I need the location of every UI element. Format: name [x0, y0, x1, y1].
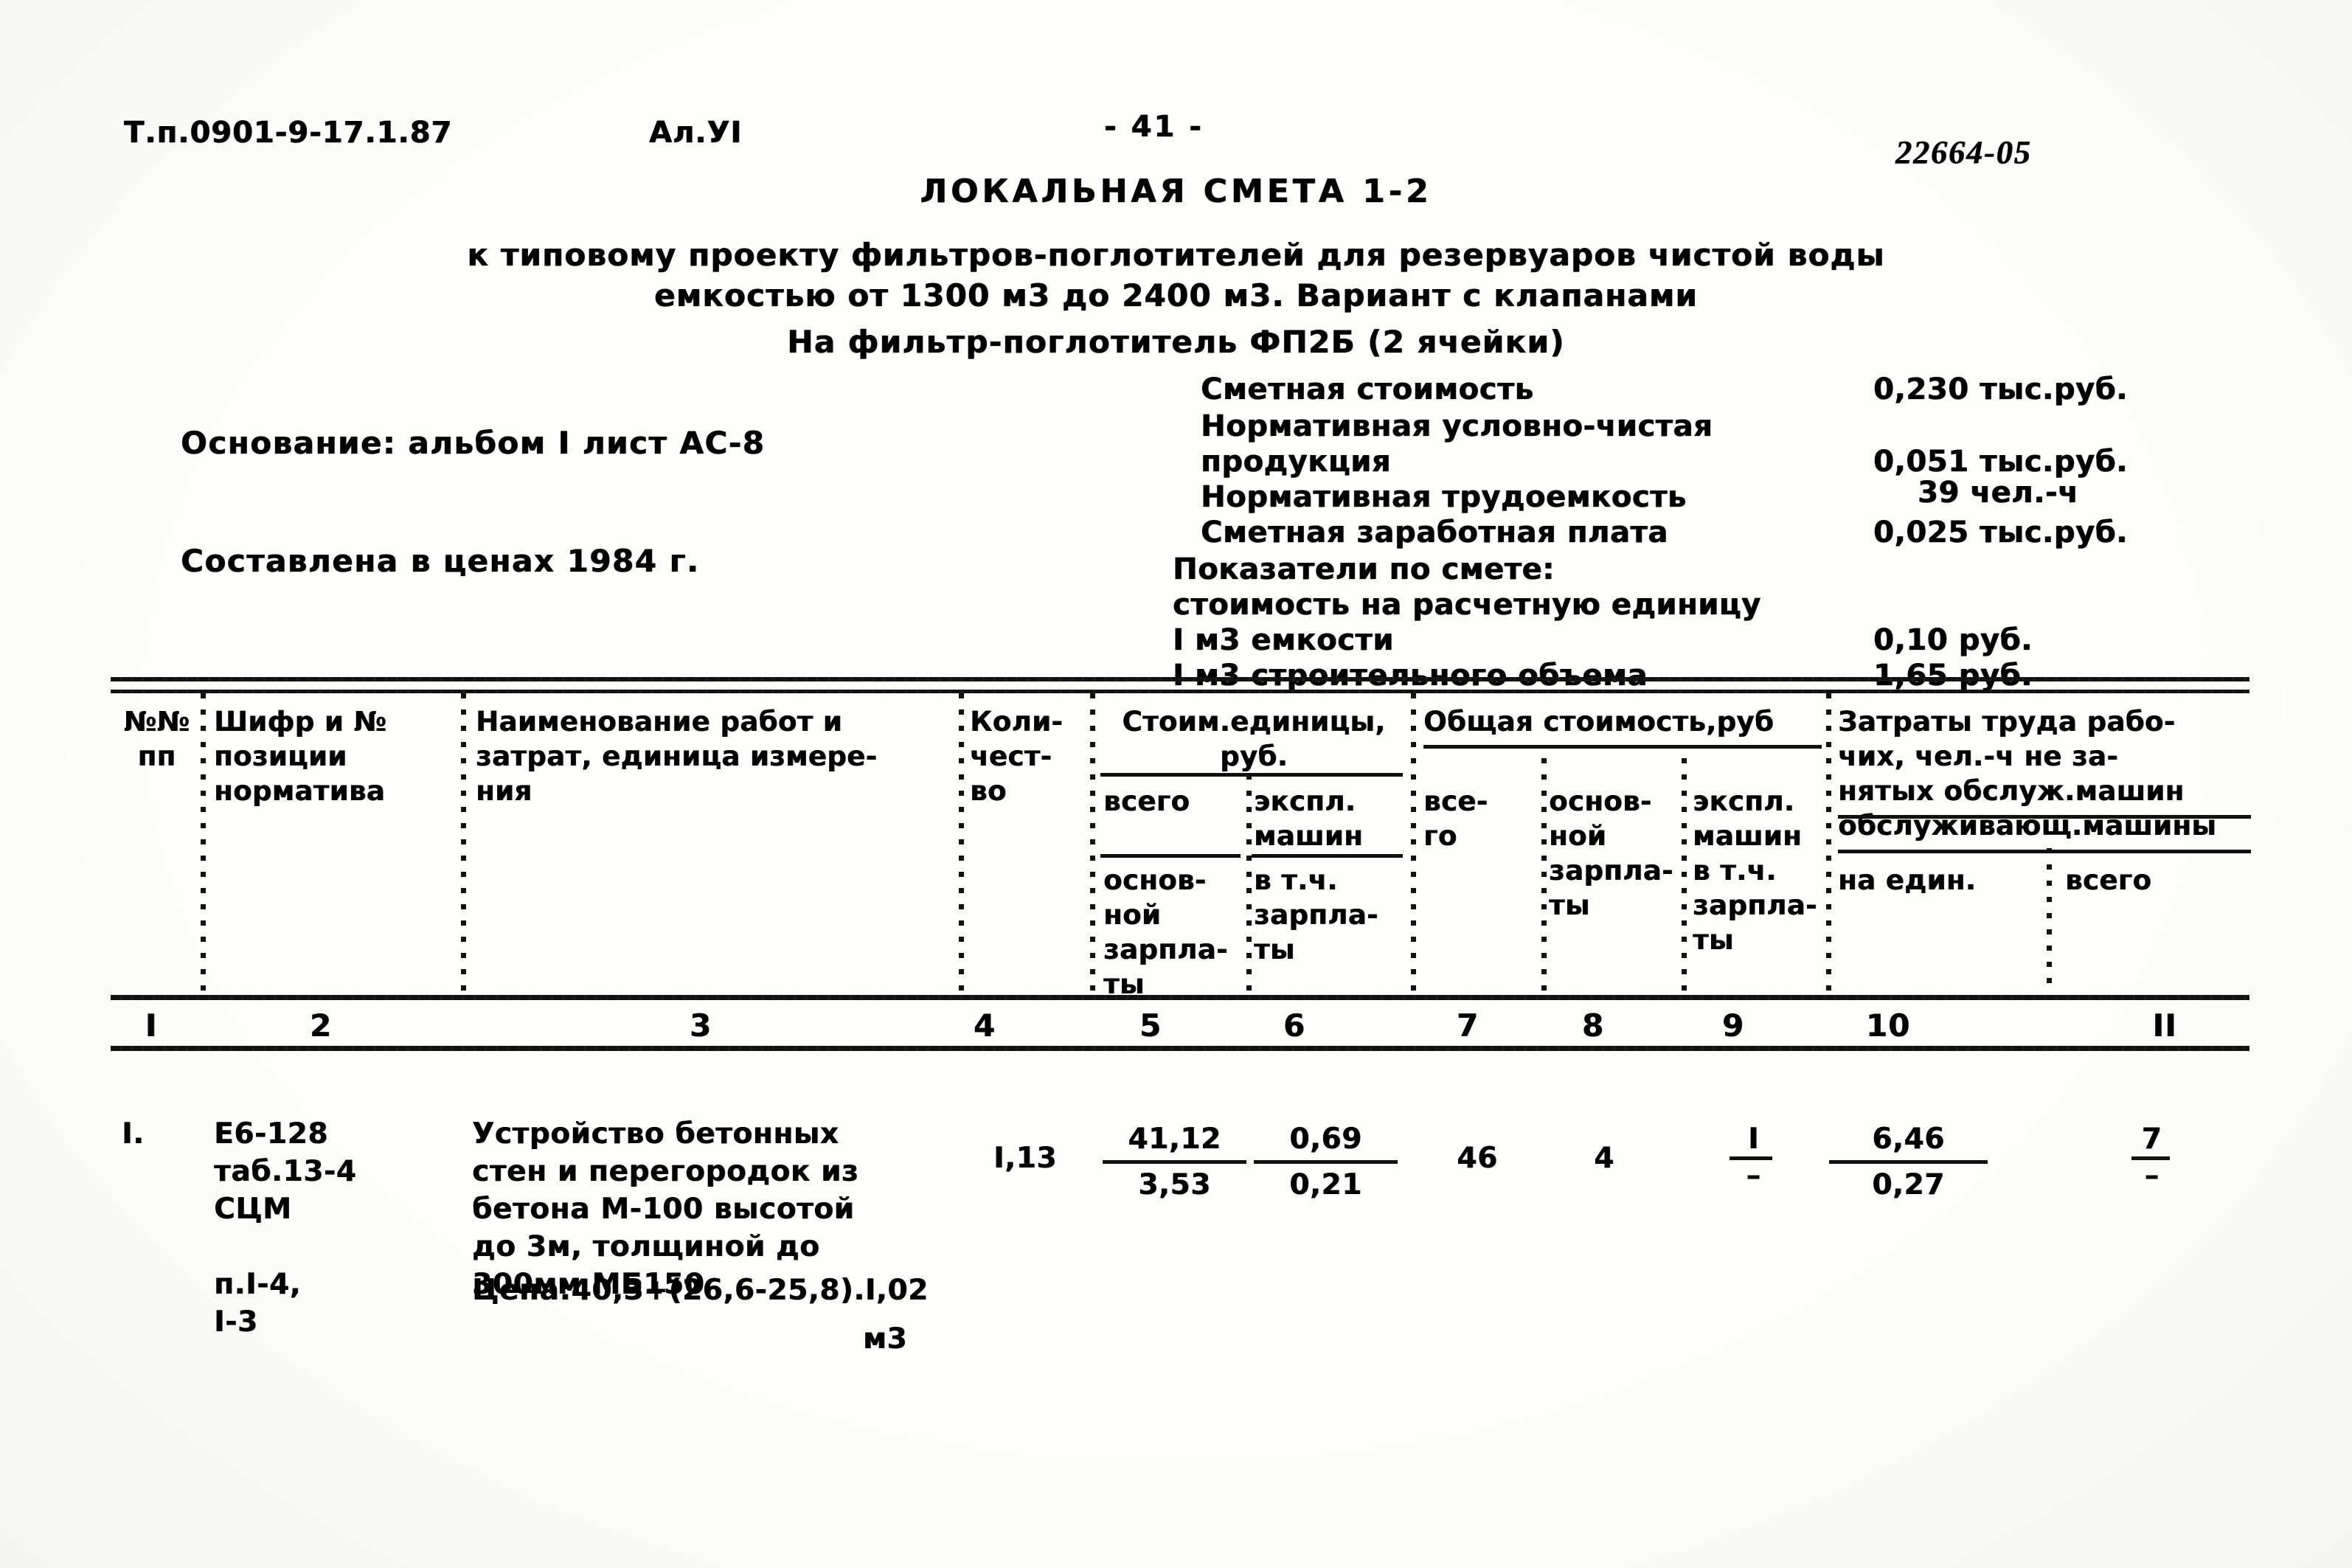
document-page: Т.п.0901-9-17.1.87 Ал.УI - 41 - 22664-05… [0, 0, 2352, 1568]
row-1-quantity: I,13 [993, 1142, 1057, 1175]
row-1-labor-per-unit-bottom: 0,27 [1872, 1168, 1945, 1201]
summary-label-wages: Сметная заработная плата [1201, 516, 1668, 549]
row-1-total-machine-underline [1730, 1156, 1772, 1160]
column-separator-3 [959, 693, 964, 992]
summary-label-unit-cost: стоимость на расчетную единицу [1173, 588, 1761, 622]
table-header-col9: экспл. машин в т.ч. зарпла- ты [1693, 785, 1817, 956]
summary-label-labor: Нормативная трудоемкость [1201, 480, 1687, 514]
table-header-col1: №№ пп [123, 706, 190, 772]
summary-label-net-output-1: Нормативная условно-чистая [1201, 409, 1713, 443]
table-header-col5-all: всего [1103, 785, 1190, 817]
row-1-total-machine-value: I [1747, 1123, 1760, 1156]
row-1-labor-total-underline [2131, 1156, 2170, 1160]
row-1-total-machine-wage-value: – [1746, 1159, 1761, 1193]
document-code: Т.п.0901-9-17.1.87 [124, 116, 453, 150]
column-number-3: 3 [689, 1007, 712, 1044]
column-separator-10 [2047, 848, 2052, 992]
summary-label-per-m3-capacity: I м3 емкости [1173, 623, 1394, 657]
column-number-5: 5 [1139, 1007, 1162, 1044]
table-header-col5-group-underline [1100, 773, 1403, 777]
column-number-7: 7 [1456, 1007, 1479, 1044]
table-header-col10-group: Затраты труда рабо- чих, чел.-ч не за- н… [1838, 706, 2217, 842]
row-1-unit: м3 [862, 1322, 908, 1356]
table-header-col7-group: Общая стоимость,руб [1423, 706, 1775, 738]
row-1-total-cost-all: 46 [1457, 1142, 1498, 1175]
scanned-sheet: Т.п.0901-9-17.1.87 Ал.УI - 41 - 22664-05… [0, 0, 2352, 1568]
table-header-col5-group: Стоим.единицы, руб. [1122, 706, 1386, 772]
album-label: Ал.УI [649, 116, 743, 150]
page-title: ЛОКАЛЬНАЯ СМЕТА 1-2 [920, 173, 1432, 210]
table-header-col4: Коли- чест- во [970, 706, 1064, 807]
column-separator-2 [461, 693, 466, 992]
column-number-8: 8 [1581, 1007, 1605, 1044]
subtitle-line-2: емкостью от 1300 м3 до 2400 м3. Вариант … [654, 277, 1698, 313]
summary-value-estimate-cost: 0,230 тыс.руб. [1873, 372, 2128, 406]
row-1-labor-total-bottom: – [2144, 1159, 2160, 1193]
row-1-labor-per-unit-bar [1829, 1160, 1988, 1164]
summary-value-labor: 39 чел.-ч [1918, 476, 2079, 510]
table-header-col2: Шифр и № позиции норматива [214, 706, 387, 807]
table-top-rule-inner [111, 690, 2249, 693]
row-1-code: Е6-128 таб.13-4 СЦМ п.I-4, I-3 [214, 1117, 357, 1339]
column-number-9: 9 [1721, 1007, 1745, 1044]
column-number-4: 4 [973, 1007, 996, 1044]
column-number-11: II [2152, 1007, 2177, 1044]
row-1-total-cost-wage: 4 [1594, 1142, 1614, 1175]
row-1-labor-total-top: 7 [2141, 1123, 2162, 1156]
row-1-labor-per-unit: 6,46 0,27 [1829, 1121, 1988, 1204]
column-separator-7 [1541, 758, 1547, 992]
summary-label-net-output-2: продукция [1201, 445, 1392, 479]
summary-value-net-output: 0,051 тыс.руб. [1873, 445, 2128, 479]
table-header-col10-group-underline-2 [1838, 850, 2251, 853]
row-1-price-note: Цена:40,3+(26,6-25,8).I,02 [472, 1274, 929, 1307]
table-header-col7: все- го [1423, 785, 1488, 852]
table-header-col8: основ- ной зарпла- ты [1549, 785, 1673, 921]
table-colnum-bottom-rule [111, 1046, 2249, 1051]
basis-text: Основание: альбом I лист АС-8 [181, 425, 766, 461]
subtitle-line-3: На фильтр-поглотитель ФП2Б (2 ячейки) [787, 324, 1565, 360]
summary-value-per-m3-volume: 1,65 руб. [1873, 659, 2033, 693]
column-number-1: I [145, 1007, 158, 1044]
row-1-unit-cost: 41,12 3,53 [1103, 1121, 1246, 1204]
column-number-6: 6 [1283, 1007, 1306, 1044]
row-1-machine-cost-bar [1254, 1160, 1398, 1164]
row-1-machine-cost: 0,69 0,21 [1254, 1121, 1398, 1204]
table-header-col10: на един. [1838, 864, 1977, 896]
summary-value-per-m3-capacity: 0,10 руб. [1873, 623, 2033, 657]
column-separator-5 [1246, 758, 1252, 992]
table-header-col6-sub-underline [1252, 854, 1403, 858]
table-header-col5-sub-underline [1100, 854, 1241, 858]
subtitle-line-1: к типовому проекту фильтров-поглотителей… [467, 237, 1885, 273]
table-header-col11: всего [2065, 864, 2152, 896]
column-number-2: 2 [309, 1007, 333, 1044]
column-number-10: 10 [1865, 1007, 1911, 1044]
table-header-col3: Наименование работ и затрат, единица изм… [476, 706, 878, 807]
summary-label-per-m3-volume: I м3 строительного объема [1173, 659, 1648, 693]
row-1-unit-cost-total: 41,12 [1128, 1123, 1221, 1156]
price-level-text: Составлена в ценах 1984 г. [181, 543, 700, 579]
column-separator-6 [1411, 693, 1416, 992]
row-1-machine-cost-value: 0,69 [1289, 1123, 1362, 1156]
row-1-unit-cost-wage: 3,53 [1138, 1168, 1211, 1201]
summary-value-wages: 0,025 тыс.руб. [1873, 516, 2128, 549]
table-header-col7-group-underline [1423, 745, 1822, 749]
archive-number: 22664-05 [1895, 134, 2032, 170]
summary-label-indicators: Показатели по смете: [1173, 552, 1555, 586]
page-number: - 41 - [1104, 110, 1204, 144]
row-1-labor-per-unit-top: 6,46 [1872, 1123, 1945, 1156]
table-top-rule-outer [111, 677, 2249, 681]
row-1-unit-cost-bar [1103, 1160, 1246, 1164]
table-header-col6-wage: в т.ч. зарпла- ты [1254, 864, 1378, 965]
column-separator-1 [201, 693, 206, 992]
table-header-col5-wage: основ- ной зарпла- ты [1103, 864, 1228, 1000]
row-1-machine-wage-value: 0,21 [1289, 1168, 1362, 1201]
summary-label-estimate-cost: Сметная стоимость [1201, 372, 1534, 406]
row-1-number: I. [122, 1117, 145, 1151]
table-header-col6-mach: экспл. машин [1254, 785, 1363, 852]
table-header-col10-group-underline-1 [1838, 815, 2251, 819]
